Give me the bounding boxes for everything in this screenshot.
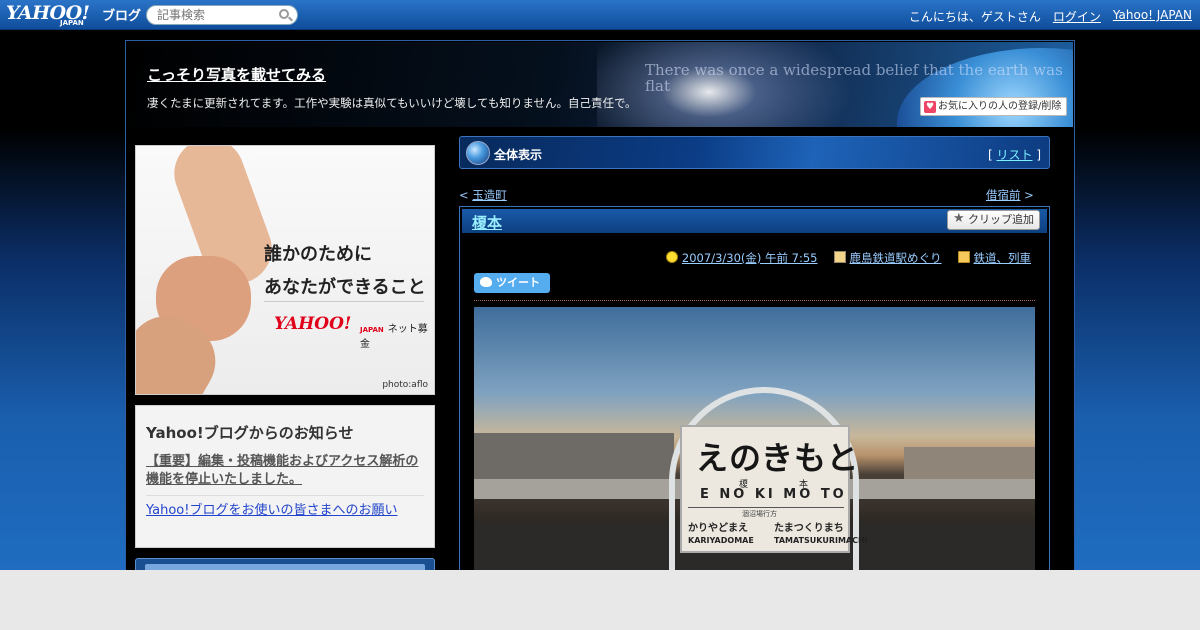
clip-add-button[interactable]: ★ クリップ追加 [947, 210, 1040, 230]
sign-prev-station: かりやどまえ KARIYADOMAE [688, 523, 754, 547]
article-title[interactable]: 榎本 [472, 212, 502, 233]
sign-next-station-roman: TAMATSUKURIMACHI [774, 536, 868, 545]
blog-frame: There was once a widespread belief that … [125, 40, 1075, 588]
photo-building [474, 433, 674, 483]
ad-brand-logo: YAHOO! [274, 314, 352, 334]
sign-next-station-kana: たまつくりまち [774, 523, 844, 534]
star-icon: ★ [953, 211, 965, 226]
article-header: 榎本 ★ クリップ追加 [462, 209, 1047, 233]
sign-prev-station-kana: かりやどまえ [688, 523, 748, 534]
list-link-wrap: [ リスト ] [988, 146, 1041, 163]
article-date-link[interactable]: 2007/3/30(金) 午前 7:55 [682, 251, 818, 265]
login-link[interactable]: ログイン [1053, 8, 1101, 25]
sign-next-station: たまつくりまち TAMATSUKURIMACHI [774, 523, 868, 547]
heart-icon: ♥ [924, 101, 936, 113]
donation-ad-banner[interactable]: 誰かのために あなたができること YAHOO! JAPAN ネット募金 photo… [135, 145, 435, 395]
clip-add-label: クリップ追加 [968, 213, 1034, 226]
favorite-register-button[interactable]: ♥ お気に入りの人の登録/削除 [920, 97, 1067, 116]
article-search-input[interactable] [146, 5, 298, 25]
clock-icon [665, 251, 678, 263]
sign-station-hiragana: えのきもと [696, 439, 860, 477]
yahoo-logo-sub: JAPAN [60, 19, 84, 27]
yahoo-japan-link[interactable]: Yahoo! JAPAN [1113, 8, 1192, 25]
header-motto: There was once a widespread belief that … [645, 61, 1063, 95]
article-book-link[interactable]: 鹿島鉄道駅めぐり [850, 251, 942, 265]
ad-copy-line: 誰かのために [264, 244, 372, 265]
notice-title: Yahoo!ブログからのお知らせ [146, 424, 354, 442]
blog-logo[interactable]: ブログ [102, 5, 141, 24]
book-icon [833, 251, 846, 263]
notice-link-important[interactable]: 【重要】編集・投稿機能およびアクセス解析の機能を停止いたしました。 [146, 451, 424, 496]
greeting-text: こんにちは、ゲストさん [908, 10, 1041, 24]
blog-title[interactable]: こっそり写真を載せてみる [147, 64, 326, 85]
station-sign: えのきもと 榎 本 E NO KI MO TO 涸沼場行方 かりやどまえ KAR… [680, 425, 868, 553]
ad-service-name: JAPAN ネット募金 [360, 320, 434, 350]
article-category: 鉄道、列車 [957, 250, 1032, 266]
ad-copy-line: あなたができること [264, 277, 426, 298]
blog-description: 凄くたまに更新されてます。工作や実験は真似てもいいけど壊しても知りません。自己責… [147, 96, 637, 110]
prev-article-link[interactable]: 玉造町 [472, 188, 507, 202]
sign-direction: 涸沼場行方 [742, 510, 777, 518]
article-category-link[interactable]: 鉄道、列車 [974, 251, 1032, 265]
search-icon[interactable] [279, 9, 289, 19]
article-book: 鹿島鉄道駅めぐり [833, 250, 942, 266]
twitter-bird-icon [480, 277, 492, 287]
next-article-link[interactable]: 借宿前 [986, 188, 1021, 202]
sign-arrow-line [688, 507, 844, 508]
article: 榎本 ★ クリップ追加 2007/3/30(金) 午前 7:55 鹿島鉄道駅めぐ… [459, 206, 1050, 582]
bracket-close: ] [1032, 148, 1041, 162]
tweet-label: ツイート [496, 276, 540, 289]
prev-article-nav: < 玉造町 [459, 188, 507, 202]
ad-brand-sub: JAPAN [360, 326, 384, 334]
earth-icon [466, 141, 490, 165]
meta-divider [474, 300, 1035, 301]
page-footer-area [0, 570, 1200, 630]
user-nav: こんにちは、ゲストさん ログイン Yahoo! JAPAN [909, 8, 1192, 25]
yahoo-topbar: YAHOO! JAPAN ブログ こんにちは、ゲストさん ログイン Yahoo!… [0, 0, 1200, 30]
all-view-label[interactable]: 全体表示 [494, 146, 542, 163]
tweet-button[interactable]: ツイート [474, 273, 550, 293]
list-link[interactable]: リスト [996, 148, 1032, 162]
station-sign-photo: えのきもと 榎 本 E NO KI MO TO 涸沼場行方 かりやどまえ KAR… [474, 307, 1035, 577]
yahoo-blog-notice: Yahoo!ブログからのお知らせ 【重要】編集・投稿機能およびアクセス解析の機能… [135, 405, 435, 548]
next-article-nav: 借宿前 > [986, 188, 1034, 202]
sign-prev-station-roman: KARIYADOMAE [688, 536, 754, 545]
notice-link-request[interactable]: Yahoo!ブログをお使いの皆さまへのお願い [146, 496, 424, 526]
ad-copy: 誰かのために あなたができること [264, 238, 426, 304]
folder-icon [957, 251, 970, 263]
sign-station-roman: E NO KI MO TO [700, 487, 847, 502]
article-date: 2007/3/30(金) 午前 7:55 [665, 250, 818, 266]
all-view-bar: 全体表示 [ リスト ] [459, 136, 1050, 169]
ad-photo-credit: photo:aflo [382, 380, 428, 390]
blog-header: There was once a widespread belief that … [127, 42, 1073, 127]
ad-divider [264, 301, 424, 302]
favorite-register-label: お気に入りの人の登録/削除 [938, 101, 1062, 112]
article-meta: 2007/3/30(金) 午前 7:55 鹿島鉄道駅めぐり 鉄道、列車 [665, 250, 1032, 266]
